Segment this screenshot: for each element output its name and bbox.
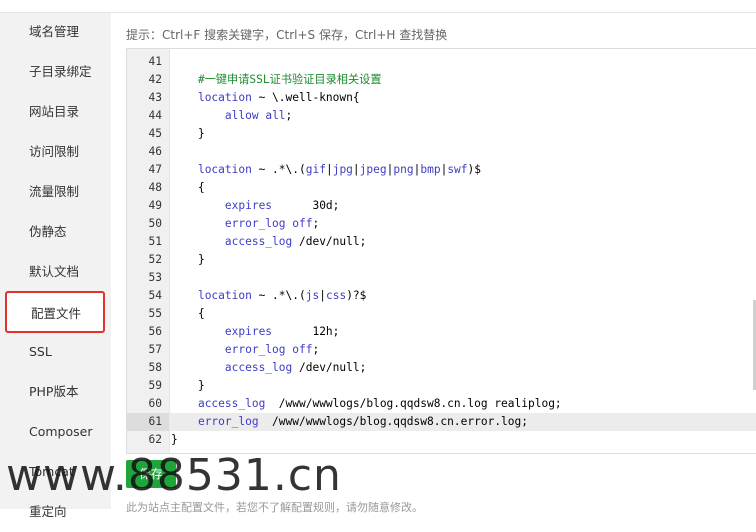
line-code: location ~ \.well-known{ xyxy=(197,91,360,104)
sidebar-item[interactable]: 配置文件 xyxy=(5,291,105,333)
editor-hint: 提示：Ctrl+F 搜索关键字，Ctrl+S 保存，Ctrl+H 查找替换 xyxy=(126,28,448,42)
line-number: 54 xyxy=(148,289,162,302)
code-line[interactable]: 42 #一键申请SSL证书验证目录相关设置 xyxy=(127,71,756,89)
sidebar-item[interactable]: 域名管理 xyxy=(0,12,111,52)
line-code: { xyxy=(171,181,205,194)
sidebar-item[interactable]: 子目录绑定 xyxy=(0,52,111,92)
line-number: 50 xyxy=(148,217,162,230)
code-line[interactable]: 53 xyxy=(127,269,756,287)
line-number: 45 xyxy=(148,127,162,140)
line-number: 59 xyxy=(148,379,162,392)
line-number: 43 xyxy=(148,91,162,104)
code-line[interactable]: 45 } xyxy=(127,125,756,143)
code-line[interactable]: 43 location ~ \.well-known{ xyxy=(127,89,756,107)
code-line[interactable]: 48 { xyxy=(127,179,756,197)
code-line[interactable]: 52 } xyxy=(127,251,756,269)
config-note: 此为站点主配置文件，若您不了解配置规则，请勿随意修改。 xyxy=(126,501,423,514)
line-code: location ~ .*\.(js|css)?$ xyxy=(197,289,367,302)
line-code: } xyxy=(171,253,205,266)
code-line[interactable]: 61 error_log /www/wwwlogs/blog.qqdsw8.cn… xyxy=(127,413,756,431)
line-number: 46 xyxy=(148,145,162,158)
sidebar-item[interactable]: SSL xyxy=(0,332,111,372)
line-number: 56 xyxy=(148,325,162,338)
line-number: 55 xyxy=(148,307,162,320)
line-code: #一键申请SSL证书验证目录相关设置 xyxy=(171,73,382,86)
sidebar-item[interactable]: 伪静态 xyxy=(0,212,111,252)
line-number: 60 xyxy=(148,397,162,410)
code-line[interactable]: 41 xyxy=(127,53,756,71)
line-number: 61 xyxy=(127,413,169,431)
code-line[interactable]: 56 expires 12h; xyxy=(127,323,756,341)
code-line[interactable]: 59 } xyxy=(127,377,756,395)
line-number: 57 xyxy=(148,343,162,356)
sidebar-item[interactable]: 流量限制 xyxy=(0,172,111,212)
line-number: 41 xyxy=(148,55,162,68)
sidebar-item[interactable]: PHP版本 xyxy=(0,372,111,412)
sidebar-item[interactable]: 默认文档 xyxy=(0,252,111,292)
code-line[interactable]: 47 location ~ .*\.(gif|jpg|jpeg|png|bmp|… xyxy=(127,161,756,179)
line-code: error_log off; xyxy=(224,217,320,230)
code-line[interactable]: 55 { xyxy=(127,305,756,323)
code-line[interactable]: 60 access_log /www/wwwlogs/blog.qqdsw8.c… xyxy=(127,395,756,413)
line-code: error_log /www/wwwlogs/blog.qqdsw8.cn.er… xyxy=(197,415,528,428)
code-line[interactable]: 50 error_log off; xyxy=(127,215,756,233)
line-number: 51 xyxy=(148,235,162,248)
code-line[interactable]: 54 location ~ .*\.(js|css)?$ xyxy=(127,287,756,305)
sidebar-item[interactable]: 网站目录 xyxy=(0,92,111,132)
code-line[interactable]: 57 error_log off; xyxy=(127,341,756,359)
line-number: 44 xyxy=(148,109,162,122)
line-code: error_log off; xyxy=(224,343,320,356)
line-number: 42 xyxy=(148,73,162,86)
line-number: 48 xyxy=(148,181,162,194)
code-line[interactable]: 44 allow all; xyxy=(127,107,756,125)
line-number: 58 xyxy=(148,361,162,374)
sidebar-item[interactable]: 访问限制 xyxy=(0,132,111,172)
watermark: www.88531.cn xyxy=(6,450,342,501)
line-number: 52 xyxy=(148,253,162,266)
line-code: } xyxy=(171,127,205,140)
sidebar-item[interactable]: Composer xyxy=(0,412,111,452)
line-code: access_log /dev/null; xyxy=(224,235,367,248)
line-code: access_log /dev/null; xyxy=(224,361,367,374)
line-code: } xyxy=(171,433,178,446)
line-code: { xyxy=(171,307,205,320)
line-code: expires 30d; xyxy=(224,199,340,212)
line-code: expires 12h; xyxy=(224,325,340,338)
line-number: 49 xyxy=(148,199,162,212)
line-number: 62 xyxy=(148,433,162,446)
line-number: 53 xyxy=(148,271,162,284)
code-line[interactable]: 62} xyxy=(127,431,756,449)
line-code: allow all; xyxy=(224,109,293,122)
line-code: } xyxy=(171,379,205,392)
config-editor[interactable]: 41 42 #一键申请SSL证书验证目录相关设置 43 location ~ \.w… xyxy=(126,48,756,454)
code-line[interactable]: 46 xyxy=(127,143,756,161)
top-divider xyxy=(0,0,756,13)
code-line[interactable]: 58 access_log /dev/null; xyxy=(127,359,756,377)
line-code: access_log /www/wwwlogs/blog.qqdsw8.cn.l… xyxy=(197,397,562,410)
code-line[interactable]: 49 expires 30d; xyxy=(127,197,756,215)
line-number: 47 xyxy=(148,163,162,176)
code-line[interactable]: 51 access_log /dev/null; xyxy=(127,233,756,251)
line-code: location ~ .*\.(gif|jpg|jpeg|png|bmp|swf… xyxy=(197,163,482,176)
